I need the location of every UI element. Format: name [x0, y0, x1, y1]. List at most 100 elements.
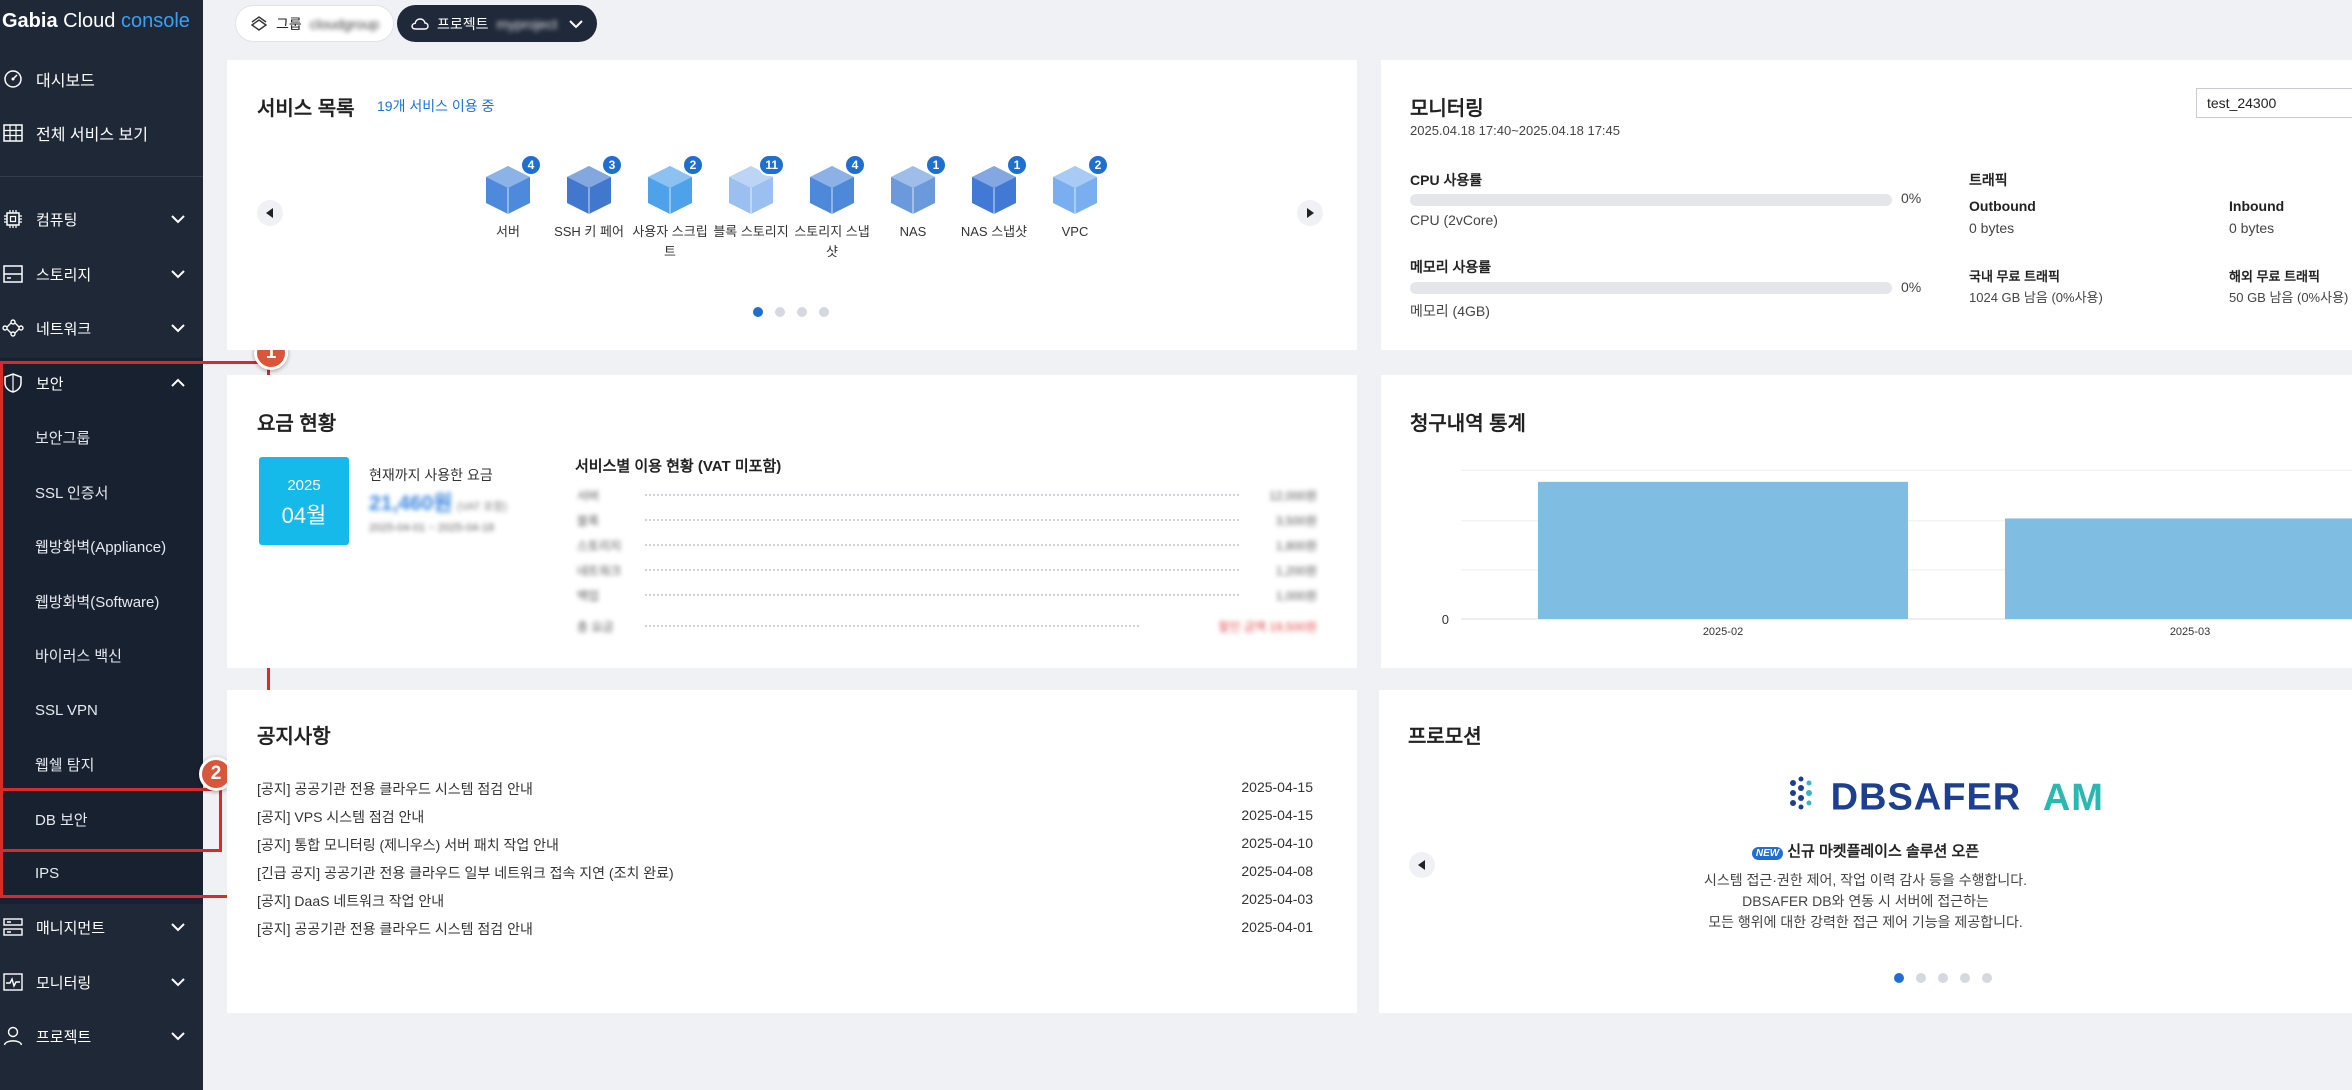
service-prev-button[interactable]	[257, 200, 283, 226]
usage-row: 서버 12,000원	[577, 488, 1317, 503]
logo-console: console	[120, 10, 190, 32]
sidebar-item-storage[interactable]: 스토리지	[0, 248, 203, 300]
notice-row[interactable]: [공지] 통합 모니터링 (제니우스) 서버 패치 작업 안내 2025-04-1…	[257, 835, 1313, 855]
group-value: cloudgroup	[309, 15, 380, 32]
pagination-dot-4[interactable]	[819, 307, 829, 317]
domestic-free-traffic-value: 1024 GB 남음 (0%사용)	[1969, 290, 2103, 305]
notice-row[interactable]: [공지] VPS 시스템 점검 안내 2025-04-15	[257, 807, 1313, 827]
x-axis-tick-label: 2025-03	[2170, 626, 2210, 638]
sidebar-item-network[interactable]: 네트워크	[0, 302, 203, 354]
arrow-left-icon	[266, 208, 273, 218]
notice-title: 공지사항	[257, 726, 331, 748]
overseas-free-traffic-value: 50 GB 남음 (0%사용)	[2229, 290, 2349, 305]
memory-spec: 메모리 (4GB)	[1410, 303, 1490, 319]
service-count-badge: 2	[682, 154, 704, 176]
block-storage-icon: 11	[723, 154, 785, 216]
service-label: SSH 키 페어	[554, 224, 624, 239]
y-axis-zero-label: 0	[1442, 612, 1449, 627]
storage-icon	[0, 261, 26, 287]
service-item[interactable]: 1 NAS	[873, 154, 953, 242]
promotion-headline: NEW 신규 마켓플레이스 솔루션 오픈	[1379, 840, 2352, 861]
usage-row-value: 1,000원	[1275, 588, 1317, 603]
pagination-dot-4[interactable]	[1960, 973, 1970, 983]
overseas-free-traffic-label: 해외 무료 트래픽	[2229, 269, 2320, 284]
billing-period: 2025-04-01 ~ 2025-04-18	[369, 522, 495, 534]
service-item[interactable]: 2 사용자 스크립트	[630, 154, 710, 261]
management-icon	[0, 914, 26, 940]
sidebar-divider	[0, 176, 203, 177]
billing-month-box: 2025 04월	[259, 457, 349, 545]
inbound-value: 0 bytes	[2229, 220, 2275, 236]
sidebar-item-computing[interactable]: 컴퓨팅	[0, 193, 203, 245]
sidebar-item-management[interactable]: 매니지먼트	[0, 901, 203, 953]
annotation-box-2	[0, 788, 222, 852]
group-selector[interactable]: 그룹 cloudgroup	[235, 5, 395, 42]
sidebar-item-project[interactable]: 프로젝트	[0, 1010, 203, 1062]
sidebar-item-all-services[interactable]: 전체 서비스 보기	[0, 107, 203, 159]
sidebar-item-dashboard[interactable]: 대시보드	[0, 53, 203, 105]
sidebar-item-monitoring[interactable]: 모니터링	[0, 956, 203, 1008]
leader-line	[645, 569, 1239, 571]
notice-row[interactable]: [긴급 공지] 공공기관 전용 클라우드 일부 네트워크 접속 지연 (조치 완…	[257, 863, 1313, 883]
service-item[interactable]: 4 서버	[468, 154, 548, 242]
sidebar-label-project: 프로젝트	[36, 1028, 92, 1046]
pagination-dot-5[interactable]	[1982, 973, 1992, 983]
service-item[interactable]: 2 VPC	[1035, 154, 1115, 242]
cpu-spec: CPU (2vCore)	[1410, 212, 1498, 228]
service-item[interactable]: 1 NAS 스냅샷	[954, 154, 1034, 242]
cpu-usage-value: 0%	[1901, 190, 1922, 206]
service-label: 블록 스토리지	[713, 224, 789, 239]
server-select[interactable]: test_24300	[2196, 88, 2352, 118]
nas-snapshot-icon: 1	[966, 154, 1028, 216]
bar-2025-02	[1538, 481, 1908, 619]
logo-cloud: Cloud	[63, 10, 116, 32]
notice-row-title: [공지] 공공기관 전용 클라우드 시스템 점검 안내	[257, 921, 533, 937]
outbound-value: 0 bytes	[1969, 220, 2015, 236]
service-count-badge: 1	[1006, 154, 1028, 176]
service-label: VPC	[1061, 224, 1089, 239]
service-label: 서버	[496, 224, 520, 239]
notice-row[interactable]: [공지] 공공기관 전용 클라우드 시스템 점검 안내 2025-04-01	[257, 919, 1313, 939]
service-count-badge: 4	[520, 154, 542, 176]
pagination-dot-3[interactable]	[797, 307, 807, 317]
usage-row: 스토리지 1,800원	[577, 538, 1317, 553]
service-item[interactable]: 3 SSH 키 페어	[549, 154, 629, 242]
usage-row-name: 서버	[577, 488, 600, 503]
promotion-title: 프로모션	[1408, 726, 1482, 748]
storage-snapshot-icon: 4	[804, 154, 866, 216]
notice-row-date: 2025-04-15	[1241, 779, 1313, 795]
service-count-badge: 11	[758, 154, 785, 176]
group-icon	[250, 15, 268, 32]
dbsafer-logo[interactable]: DBSAFER AM	[1789, 775, 2104, 821]
notice-row[interactable]: [공지] 공공기관 전용 클라우드 시스템 점검 안내 2025-04-15	[257, 779, 1313, 799]
pagination-dot-2[interactable]	[775, 307, 785, 317]
chevron-down-icon	[171, 1028, 185, 1045]
usage-total-value: 할인 금액 19,500원	[1218, 619, 1317, 634]
pagination-dot-2[interactable]	[1916, 973, 1926, 983]
usage-row-value: 1,800원	[1275, 538, 1317, 553]
memory-usage-bar	[1410, 282, 1892, 294]
dbsafer-logo-mark	[1789, 775, 1815, 821]
promotion-desc-3: 모든 행위에 대한 강력한 접근 제어 기능을 제공합니다.	[1708, 914, 2023, 930]
notice-card: 공지사항 [공지] 공공기관 전용 클라우드 시스템 점검 안내 2025-04-…	[227, 690, 1357, 1013]
arrow-right-icon	[1307, 208, 1314, 218]
pagination-dot-1[interactable]	[753, 307, 763, 317]
notice-row[interactable]: [공지] DaaS 네트워크 작업 안내 2025-04-03	[257, 891, 1313, 911]
new-badge: NEW	[1751, 847, 1784, 860]
service-count-link[interactable]: 19개 서비스 이용 중	[377, 96, 494, 116]
project-selector[interactable]: 프로젝트 myproject	[397, 5, 598, 42]
billing-stats-card: 청구내역 통계 0 2025-02 2025-03	[1381, 375, 2352, 668]
chevron-down-icon	[171, 320, 185, 337]
logo[interactable]: Gabia Cloud console	[2, 10, 190, 33]
vpc-icon: 2	[1047, 154, 1109, 216]
pagination-dot-1[interactable]	[1894, 973, 1904, 983]
usage-total-row: 총 요금 할인 금액 19,500원	[577, 619, 1317, 634]
service-item[interactable]: 4 스토리지 스냅샷	[792, 154, 872, 261]
service-next-button[interactable]	[1297, 200, 1323, 226]
leader-line	[645, 594, 1239, 596]
monitoring-card: 모니터링 2025.04.18 17:40~2025.04.18 17:45 t…	[1381, 60, 2352, 350]
usage-row-name: 백업	[577, 588, 600, 603]
service-item[interactable]: 11 블록 스토리지	[711, 154, 791, 242]
pagination-dot-3[interactable]	[1938, 973, 1948, 983]
memory-usage-label: 메모리 사용률	[1410, 259, 1492, 275]
